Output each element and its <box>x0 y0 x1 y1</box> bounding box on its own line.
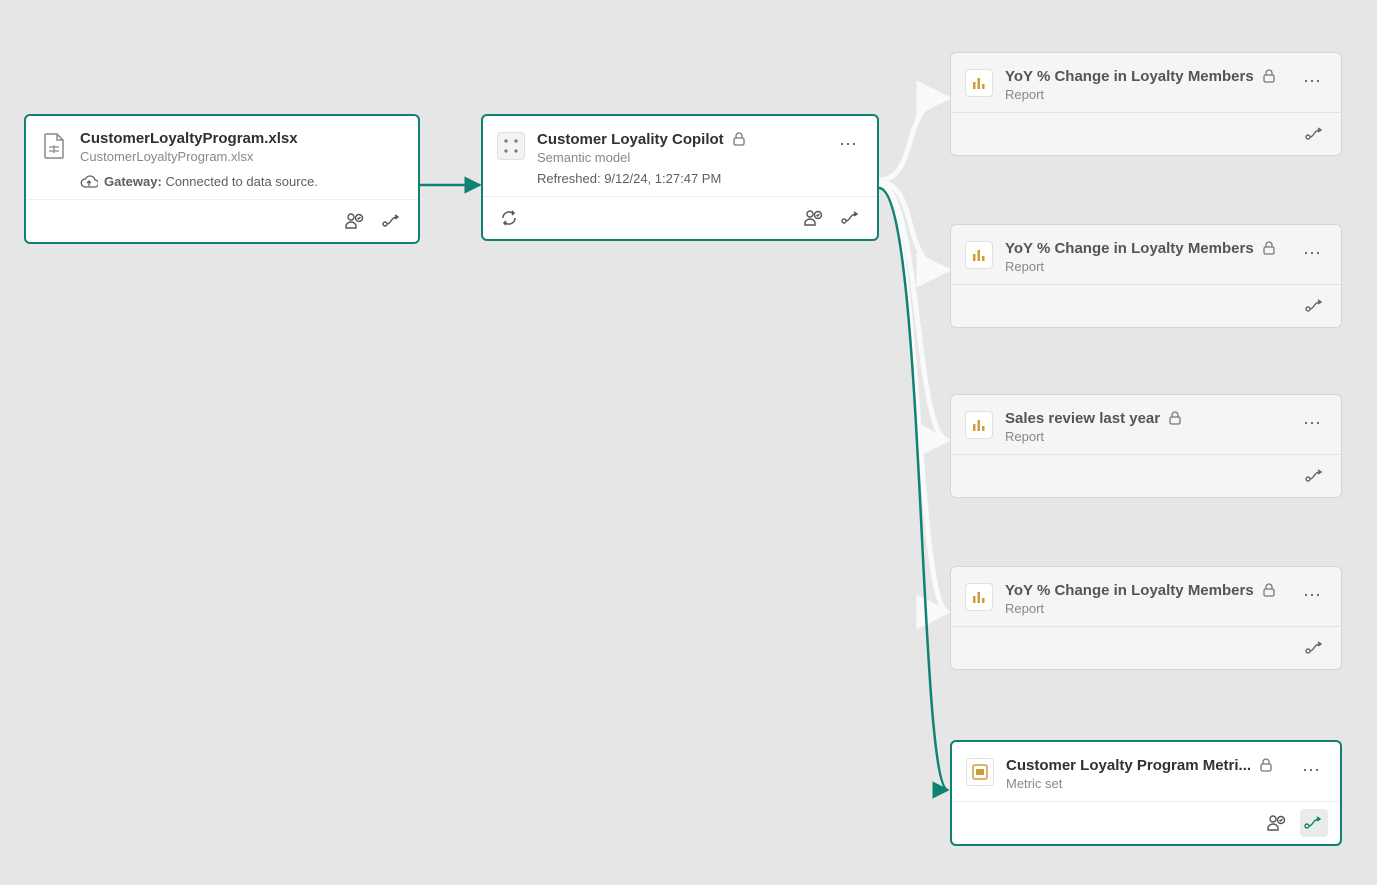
more-options-button[interactable]: ⋯ <box>835 130 863 158</box>
lineage-node-report[interactable]: Sales review last year Report ⋯ <box>950 394 1342 498</box>
lineage-node-report[interactable]: YoY % Change in Loyalty Members Report ⋯ <box>950 566 1342 670</box>
node-title: YoY % Change in Loyalty Members <box>1005 68 1254 85</box>
lineage-node-report[interactable]: YoY % Change in Loyalty Members Report ⋯ <box>950 224 1342 328</box>
model-subtitle: Semantic model <box>537 150 823 165</box>
lineage-arrow-icon[interactable] <box>1301 634 1329 662</box>
node-subtitle: Metric set <box>1006 776 1286 791</box>
more-options-button[interactable]: ⋯ <box>1299 581 1327 609</box>
more-options-button[interactable]: ⋯ <box>1299 239 1327 267</box>
lineage-node-semantic-model[interactable]: Customer Loyality Copilot Semantic model… <box>481 114 879 241</box>
node-title: Sales review last year <box>1005 410 1160 427</box>
sensitivity-lock-icon <box>1260 239 1278 257</box>
lineage-arrow-icon[interactable] <box>1300 809 1328 837</box>
excel-file-icon <box>40 132 68 160</box>
sensitivity-lock-icon <box>1257 756 1275 774</box>
report-icon <box>965 411 993 439</box>
permissions-icon[interactable] <box>340 207 368 235</box>
source-subtitle: CustomerLoyaltyProgram.xlsx <box>80 149 404 164</box>
node-subtitle: Report <box>1005 87 1287 102</box>
node-title: YoY % Change in Loyalty Members <box>1005 582 1254 599</box>
report-icon <box>965 583 993 611</box>
cloud-gateway-icon <box>80 175 98 189</box>
metric-icon <box>966 758 994 786</box>
lineage-node-report[interactable]: YoY % Change in Loyalty Members Report ⋯ <box>950 52 1342 156</box>
node-title: YoY % Change in Loyalty Members <box>1005 240 1254 257</box>
refreshed-timestamp: Refreshed: 9/12/24, 1:27:47 PM <box>537 171 823 186</box>
sensitivity-lock-icon <box>1166 409 1184 427</box>
more-options-button[interactable]: ⋯ <box>1299 67 1327 95</box>
node-subtitle: Report <box>1005 429 1287 444</box>
lineage-arrow-icon[interactable] <box>837 204 865 232</box>
sensitivity-lock-icon <box>1260 67 1278 85</box>
semantic-model-icon <box>497 132 525 160</box>
lineage-node-metric-set[interactable]: Customer Loyalty Program Metri... Metric… <box>950 740 1342 846</box>
permissions-icon[interactable] <box>799 204 827 232</box>
gateway-status-row: Gateway: Connected to data source. <box>80 174 404 189</box>
node-subtitle: Report <box>1005 601 1287 616</box>
lineage-arrow-icon[interactable] <box>378 207 406 235</box>
node-title: Customer Loyalty Program Metri... <box>1006 757 1251 774</box>
lineage-node-source-file[interactable]: CustomerLoyaltyProgram.xlsx CustomerLoya… <box>24 114 420 244</box>
lineage-arrow-icon[interactable] <box>1301 292 1329 320</box>
more-options-button[interactable]: ⋯ <box>1298 756 1326 784</box>
report-icon <box>965 69 993 97</box>
node-subtitle: Report <box>1005 259 1287 274</box>
model-title: Customer Loyality Copilot <box>537 131 724 148</box>
more-options-button[interactable]: ⋯ <box>1299 409 1327 437</box>
lineage-arrow-icon[interactable] <box>1301 462 1329 490</box>
report-icon <box>965 241 993 269</box>
permissions-icon[interactable] <box>1262 809 1290 837</box>
lineage-arrow-icon[interactable] <box>1301 120 1329 148</box>
source-title: CustomerLoyaltyProgram.xlsx <box>80 130 298 147</box>
refresh-icon[interactable] <box>495 204 523 232</box>
sensitivity-lock-icon <box>730 130 748 148</box>
sensitivity-lock-icon <box>1260 581 1278 599</box>
